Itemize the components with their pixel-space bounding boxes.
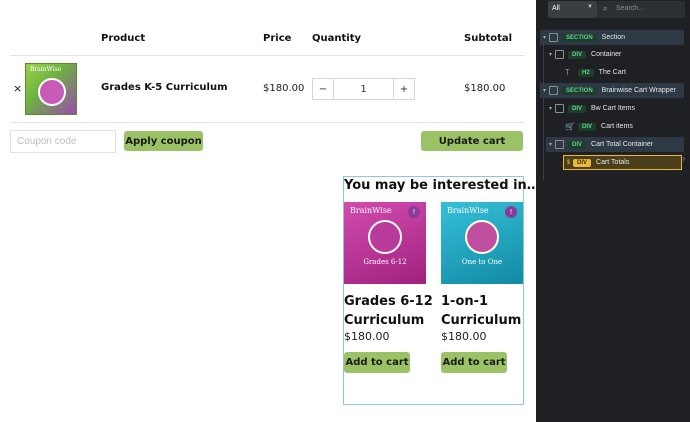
cover-subtitle: Grades 6-12 (363, 258, 407, 266)
div-icon (555, 104, 564, 113)
apply-coupon-button[interactable]: Apply coupon (124, 131, 203, 151)
element-tag: DIV (568, 50, 587, 59)
header-subtotal: Subtotal (464, 33, 513, 44)
header-quantity: Quantity (312, 33, 361, 44)
chevron-down-icon: ▼ (587, 4, 593, 10)
name-line-2: Curriculum (441, 313, 522, 328)
filter-value: All (552, 5, 560, 12)
tree-item-container[interactable]: ▾ DIV Container (546, 47, 684, 62)
cover-brand: BrainWise (447, 206, 489, 215)
tree-item-cart-totals[interactable]: $ DIV Cart Totals (563, 155, 682, 170)
related-product-name[interactable]: 1-on-1 Curriculum (441, 292, 521, 330)
tree-item-label: Container (591, 51, 622, 58)
tree-item-label: Section (601, 34, 626, 41)
thumbnail-emblem (38, 78, 66, 106)
tree-item-label: Cart Total Container (591, 141, 654, 148)
tree-item-section[interactable]: ▾ SECTION Section (540, 30, 684, 45)
element-tag: SECTION (562, 33, 597, 42)
badge-icon: ! (505, 206, 517, 218)
div-icon (555, 140, 564, 149)
navigator-search[interactable]: ⌕ Search... (597, 1, 685, 18)
tree-guide (543, 30, 544, 180)
qty-minus-button[interactable]: − (313, 79, 333, 99)
tree-item-label: The Cart (598, 69, 626, 76)
product-cover-grades-6-12[interactable]: BrainWise ! Grades 6-12 (344, 202, 426, 284)
add-to-cart-button[interactable]: Add to cart (344, 352, 410, 373)
cart-icon: 🛒 (565, 122, 575, 131)
header-price: Price (263, 33, 292, 44)
badge-icon: ! (408, 206, 420, 218)
update-cart-button[interactable]: Update cart (421, 131, 523, 151)
coupon-input[interactable]: Coupon code (10, 130, 116, 153)
filter-select[interactable]: All ▼ (548, 1, 597, 18)
related-product-price: $180.00 (344, 330, 390, 343)
name-line-2: Curriculum (344, 313, 425, 328)
qty-plus-button[interactable]: + (394, 79, 414, 99)
quantity-stepper[interactable]: − 1 + (312, 78, 415, 100)
element-tag: DIV (573, 158, 592, 167)
chevron-down-icon[interactable]: ▾ (546, 51, 555, 58)
element-tag: DIV (568, 140, 587, 149)
add-to-cart-button[interactable]: Add to cart (441, 352, 507, 373)
tree-item-label: Brainwise Cart Wrapper (601, 87, 676, 94)
tree-item-cart-wrapper[interactable]: ▾ SECTION Brainwise Cart Wrapper (540, 83, 684, 98)
cover-emblem (368, 220, 402, 254)
quantity-field[interactable]: 1 (333, 79, 394, 99)
divider (10, 122, 524, 123)
search-icon: ⌕ (603, 4, 608, 13)
help-icon[interactable]: ? (682, 157, 685, 164)
name-line-1: 1-on-1 (441, 294, 489, 309)
cover-subtitle: One to One (461, 258, 503, 266)
cover-brand: BrainWise (350, 206, 392, 215)
section-icon (549, 33, 558, 42)
chevron-down-icon[interactable]: ▾ (546, 105, 555, 112)
item-price: $180.00 (263, 83, 305, 94)
product-thumbnail[interactable]: BrainWise (25, 63, 77, 115)
tree-item-heading[interactable]: T H2 The Cart (556, 65, 684, 80)
tree-item-cart-items-container[interactable]: ▾ DIV Bw Cart Items (546, 101, 684, 116)
chevron-down-icon[interactable]: ▾ (546, 141, 555, 148)
element-tag: DIV (568, 104, 587, 113)
remove-item-button[interactable]: × (13, 82, 22, 95)
page-canvas: Product Price Quantity Subtotal × BrainW… (0, 0, 536, 422)
header-product: Product (101, 33, 146, 44)
related-title: You may be interested in… (344, 178, 536, 193)
product-name-link[interactable]: Grades K-5 Curriculum (101, 82, 228, 93)
related-product-name[interactable]: Grades 6-12 Curriculum (344, 292, 433, 330)
chevron-down-icon[interactable]: ▾ (540, 34, 549, 41)
chevron-down-icon[interactable]: ▾ (540, 87, 549, 94)
code-icon: $ (566, 159, 571, 166)
tree-item-cart-total-container[interactable]: ▾ DIV Cart Total Container (546, 137, 684, 152)
thumbnail-brand: BrainWise (30, 66, 62, 73)
heading-icon: T (565, 68, 570, 77)
tree-item-label: Cart items (601, 123, 633, 130)
element-tag: SECTION (562, 86, 597, 95)
related-product-price: $180.00 (441, 330, 487, 343)
divider (10, 55, 524, 56)
search-placeholder: Search... (616, 5, 645, 12)
cover-emblem (465, 220, 499, 254)
tree-item-label: Cart Totals (596, 159, 630, 166)
element-tag: H2 (578, 68, 594, 77)
item-subtotal: $180.00 (464, 83, 506, 94)
navigator-panel (536, 0, 690, 422)
element-tag: DIV (578, 122, 597, 131)
div-icon (555, 50, 564, 59)
section-icon (549, 86, 558, 95)
name-line-1: Grades 6-12 (344, 294, 433, 309)
tree-item-label: Bw Cart Items (591, 105, 635, 112)
tree-item-cart-items[interactable]: 🛒 DIV Cart items (556, 119, 684, 134)
product-cover-1-on-1[interactable]: BrainWise ! One to One (441, 202, 523, 284)
